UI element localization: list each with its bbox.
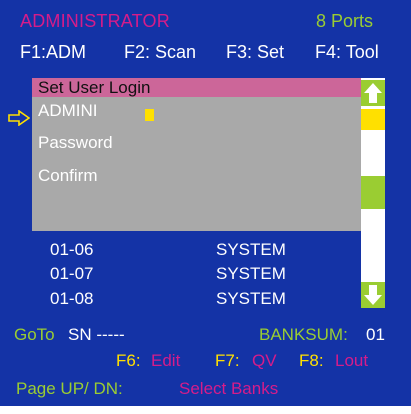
port-row-2-id[interactable]: 01-07 <box>50 265 93 282</box>
dialog-title-bar: Set User Login <box>32 78 362 97</box>
fkey-f2[interactable]: F2: Scan <box>124 43 196 61</box>
fkey-f1[interactable]: F1:ADM <box>20 43 86 61</box>
select-banks-action[interactable]: Select Banks <box>179 380 278 397</box>
fkey-f4-key: F4: <box>315 42 342 62</box>
shortcut-edit[interactable]: Edit <box>151 352 180 369</box>
port-row-3-name[interactable]: SYSTEM <box>216 290 286 307</box>
fkey-f4-label: Tool <box>345 42 379 62</box>
osd-screen: ADMINISTRATOR 8 Ports F1:ADM F2: Scan F3… <box>0 0 411 406</box>
dialog-title: Set User Login <box>38 78 151 97</box>
shortcut-f8-key: F8: <box>299 351 324 370</box>
shortcut-lout[interactable]: Lout <box>335 352 368 369</box>
text-cursor <box>145 109 154 121</box>
port-row-1-name[interactable]: SYSTEM <box>216 241 286 258</box>
sn-field[interactable]: SN ----- <box>68 326 125 343</box>
port-row-1-id[interactable]: 01-06 <box>50 241 93 258</box>
port-row-2-name[interactable]: SYSTEM <box>216 265 286 282</box>
ports-count: 8 Ports <box>316 11 374 31</box>
up-arrow-icon <box>364 83 382 103</box>
fkey-f2-label: Scan <box>155 42 197 62</box>
password-field[interactable]: Password <box>38 134 113 151</box>
fkey-f3[interactable]: F3: Set <box>226 43 284 61</box>
scrollbar[interactable] <box>361 78 385 308</box>
scroll-up-button[interactable] <box>361 80 385 106</box>
confirm-field[interactable]: Confirm <box>38 167 98 184</box>
fkey-f2-key: F2: <box>124 42 151 62</box>
fkey-f1-key: F1: <box>20 42 47 62</box>
down-arrow-icon <box>364 285 382 305</box>
page-updn-label: Page UP/ DN: <box>16 379 123 398</box>
fkey-f3-label: Set <box>257 42 285 62</box>
fkey-f3-key: F3: <box>226 42 253 62</box>
set-user-login-dialog: Set User Login ADMINI Password Confirm <box>32 78 362 231</box>
page-title: ADMINISTRATOR <box>20 11 170 31</box>
port-row-3-id[interactable]: 01-08 <box>50 290 93 307</box>
shortcut-f7-key: F7: <box>215 351 240 370</box>
banksum-value: 01 <box>366 325 385 344</box>
fkey-f4[interactable]: F4: Tool <box>315 43 379 61</box>
banksum-label: BANKSUM: <box>259 325 348 344</box>
goto-label[interactable]: GoTo <box>14 326 55 343</box>
scroll-down-button[interactable] <box>361 282 385 308</box>
fkey-f1-label: ADM <box>46 42 87 62</box>
shortcut-qv[interactable]: QV <box>252 352 277 369</box>
username-field[interactable]: ADMINI <box>38 102 98 119</box>
scroll-thumb[interactable] <box>361 109 385 130</box>
right-arrow-outline-icon <box>8 110 30 126</box>
shortcut-f6-key: F6: <box>116 351 141 370</box>
scroll-track-marker <box>361 176 385 209</box>
